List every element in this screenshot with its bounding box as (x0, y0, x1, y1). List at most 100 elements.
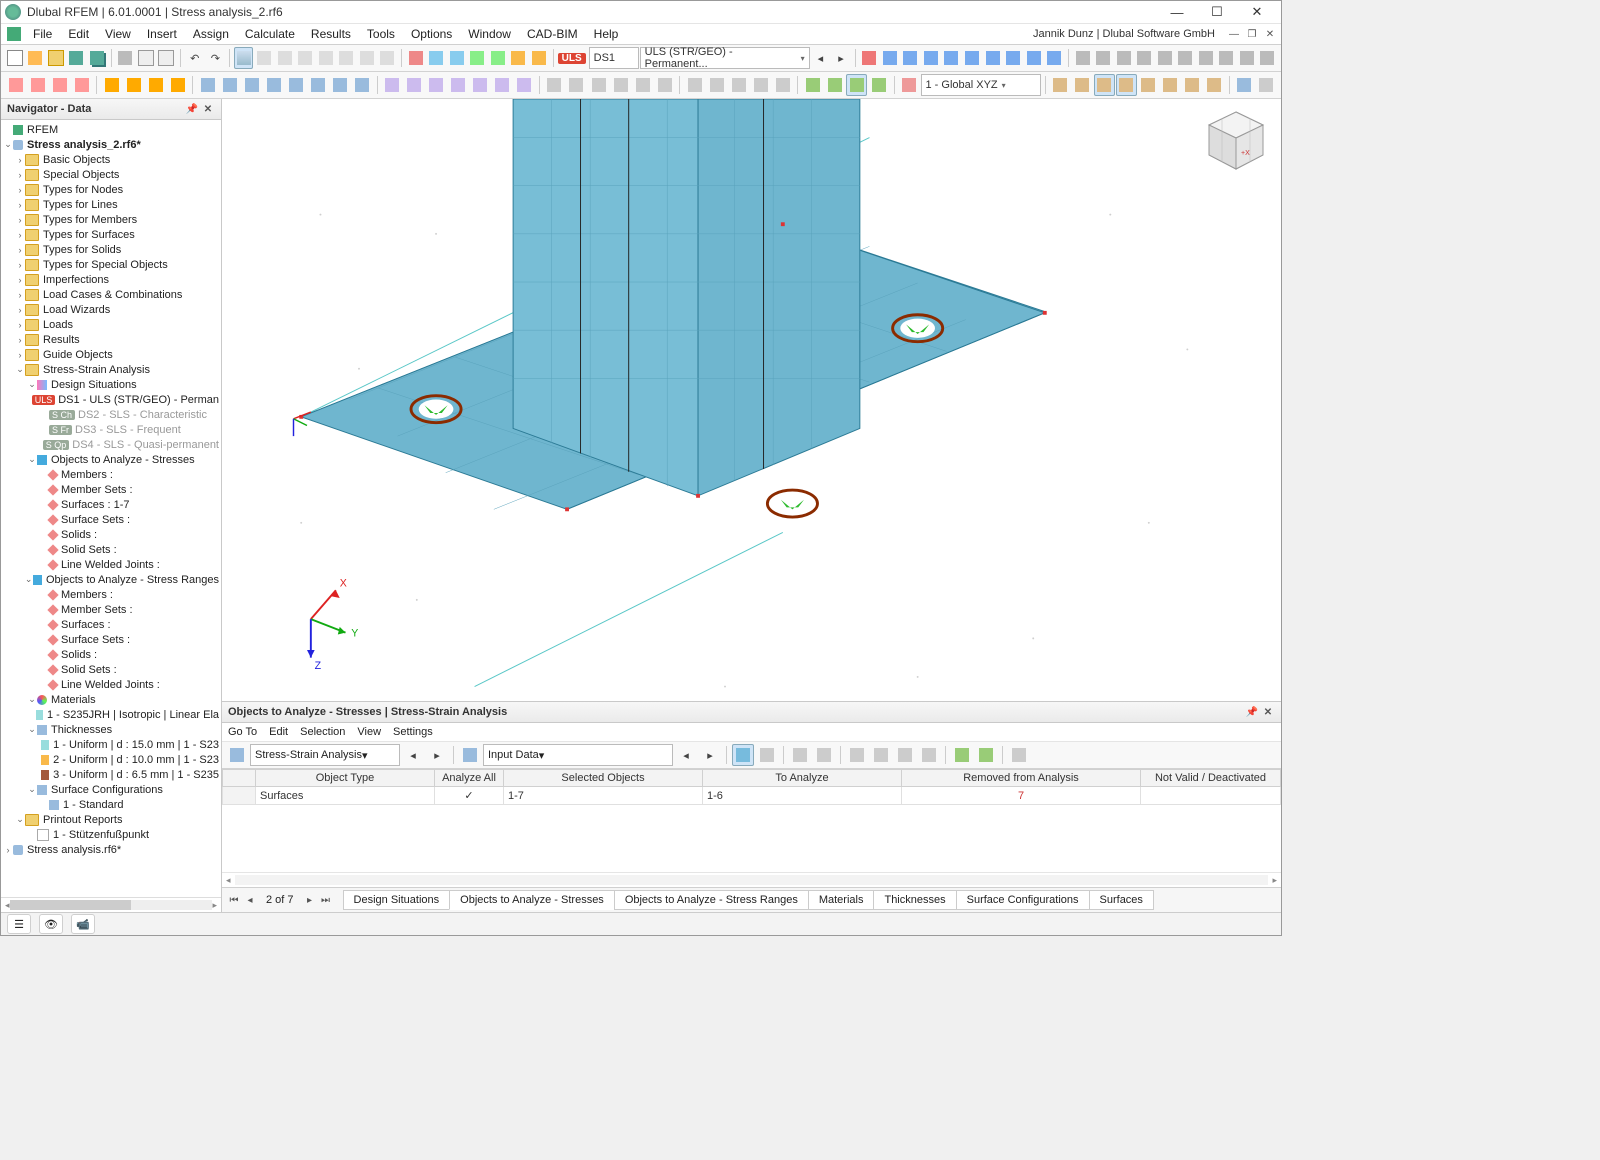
tb2-generic[interactable] (588, 74, 609, 96)
tb2-generic[interactable] (750, 74, 771, 96)
tree-item[interactable]: ⌄Printout Reports (1, 812, 221, 827)
tb-generic[interactable] (509, 47, 529, 69)
tb2-generic[interactable] (632, 74, 653, 96)
tb2-generic[interactable] (1160, 74, 1181, 96)
tb2-generic[interactable] (706, 74, 727, 96)
tb-nav-next[interactable]: ▸ (831, 47, 851, 69)
navigator-tree[interactable]: RFEM⌄Stress analysis_2.rf6*›Basic Object… (1, 120, 221, 897)
tree-item[interactable]: RFEM (1, 122, 221, 137)
tb-generic[interactable] (860, 47, 880, 69)
tb-new[interactable] (5, 47, 25, 69)
tree-item[interactable]: ULSDS1 - ULS (STR/GEO) - Perman (1, 392, 221, 407)
bt-generic[interactable] (756, 744, 778, 766)
bt-next2[interactable]: ▸ (699, 744, 721, 766)
tb-generic[interactable] (942, 47, 962, 69)
tb-generic[interactable] (1044, 47, 1064, 69)
orientation-cube[interactable]: +X (1201, 107, 1271, 177)
tb2-generic[interactable] (1234, 74, 1255, 96)
tb-nav-prev[interactable]: ◂ (811, 47, 831, 69)
bt-generic[interactable] (894, 744, 916, 766)
navigator-hscroll[interactable]: ◂ ▸ (1, 897, 221, 912)
bt-generic[interactable] (951, 744, 973, 766)
tree-item[interactable]: Surface Sets : (1, 632, 221, 647)
tb2-generic[interactable] (197, 74, 218, 96)
tree-item[interactable]: Line Welded Joints : (1, 557, 221, 572)
tree-item[interactable]: 3 - Uniform | d : 6.5 mm | 1 - S235 (1, 767, 221, 782)
tb2-generic[interactable] (123, 74, 144, 96)
table-row[interactable]: Surfaces ✓ 1-7 1-6 7 (223, 787, 1281, 805)
tb-generic[interactable] (136, 47, 156, 69)
tb2-generic[interactable] (802, 74, 823, 96)
close-button[interactable]: ✕ (1237, 1, 1277, 23)
tree-item[interactable]: ›Types for Members (1, 212, 221, 227)
tb-generic[interactable] (1196, 47, 1216, 69)
tb-generic[interactable] (529, 47, 549, 69)
tb-generic[interactable] (921, 47, 941, 69)
tb-saveall[interactable] (87, 47, 107, 69)
tb-view-3[interactable] (275, 47, 295, 69)
tb-open[interactable] (46, 47, 66, 69)
tb2-generic[interactable] (1072, 74, 1093, 96)
tb2-generic[interactable] (470, 74, 491, 96)
tab-thicknesses[interactable]: Thicknesses (873, 890, 956, 910)
tb2-generic[interactable] (566, 74, 587, 96)
tree-item[interactable]: ⌄Design Situations (1, 377, 221, 392)
tree-item[interactable]: ›Types for Nodes (1, 182, 221, 197)
tb2-generic[interactable] (1204, 74, 1225, 96)
tab-prev[interactable]: ◂ (242, 891, 258, 909)
tree-item[interactable]: ›Special Objects (1, 167, 221, 182)
tree-item[interactable]: Surfaces : (1, 617, 221, 632)
tree-item[interactable]: Surfaces : 1-7 (1, 497, 221, 512)
bm-settings[interactable]: Settings (393, 726, 433, 738)
status-btn[interactable]: ☰ (7, 914, 31, 934)
tb-view-1[interactable] (234, 47, 254, 69)
tb2-generic[interactable] (330, 74, 351, 96)
tab-last[interactable]: ⏭ (318, 891, 334, 909)
tb-generic[interactable] (26, 47, 46, 69)
tb2-generic[interactable] (167, 74, 188, 96)
tb-undo[interactable]: ↶ (185, 47, 205, 69)
tb2-generic[interactable] (1138, 74, 1159, 96)
combo-coord[interactable]: 1 - Global XYZ▾ (921, 74, 1041, 96)
tb-generic[interactable] (1217, 47, 1237, 69)
menu-cadbim[interactable]: CAD-BIM (519, 25, 586, 43)
tree-item[interactable]: ›Types for Special Objects (1, 257, 221, 272)
bottom-table[interactable]: Object Type Analyze All Selected Objects… (222, 769, 1281, 872)
tab-materials[interactable]: Materials (808, 890, 875, 910)
bt-sel[interactable] (732, 744, 754, 766)
menu-view[interactable]: View (97, 25, 139, 43)
tree-item[interactable]: Member Sets : (1, 482, 221, 497)
mdi-minimize[interactable]: — (1225, 26, 1243, 42)
tb2-generic[interactable] (846, 74, 867, 96)
panel-close-icon[interactable]: ✕ (201, 102, 215, 116)
tb2-generic[interactable] (1049, 74, 1070, 96)
tb-generic[interactable] (1073, 47, 1093, 69)
tree-item[interactable]: 2 - Uniform | d : 10.0 mm | 1 - S23 (1, 752, 221, 767)
tb2-generic[interactable] (71, 74, 92, 96)
tb2-generic[interactable] (728, 74, 749, 96)
tb2-generic[interactable] (684, 74, 705, 96)
tree-item[interactable]: ›Load Wizards (1, 302, 221, 317)
tb2-generic[interactable] (145, 74, 166, 96)
tb2-generic[interactable] (263, 74, 284, 96)
menu-insert[interactable]: Insert (139, 25, 185, 43)
tree-item[interactable]: Solids : (1, 647, 221, 662)
tb2-generic[interactable] (49, 74, 70, 96)
bt-icon[interactable] (226, 744, 248, 766)
tree-item[interactable]: 1 - Standard (1, 797, 221, 812)
tree-item[interactable]: ⌄Stress-Strain Analysis (1, 362, 221, 377)
tb2-generic[interactable] (448, 74, 469, 96)
tree-item[interactable]: ⌄Stress analysis_2.rf6* (1, 137, 221, 152)
tb-view-8[interactable] (378, 47, 398, 69)
tree-item[interactable]: S FrDS3 - SLS - Frequent (1, 422, 221, 437)
menu-assign[interactable]: Assign (185, 25, 237, 43)
tree-item[interactable]: ⌄Materials (1, 692, 221, 707)
tree-item[interactable]: ›Imperfections (1, 272, 221, 287)
tb-generic[interactable] (1134, 47, 1154, 69)
bt-generic[interactable] (1008, 744, 1030, 766)
bt-generic[interactable] (813, 744, 835, 766)
tb-view-5[interactable] (316, 47, 336, 69)
panel-pin-icon[interactable]: 📌 (1245, 705, 1259, 719)
tb-generic[interactable] (468, 47, 488, 69)
tb-view-7[interactable] (357, 47, 377, 69)
